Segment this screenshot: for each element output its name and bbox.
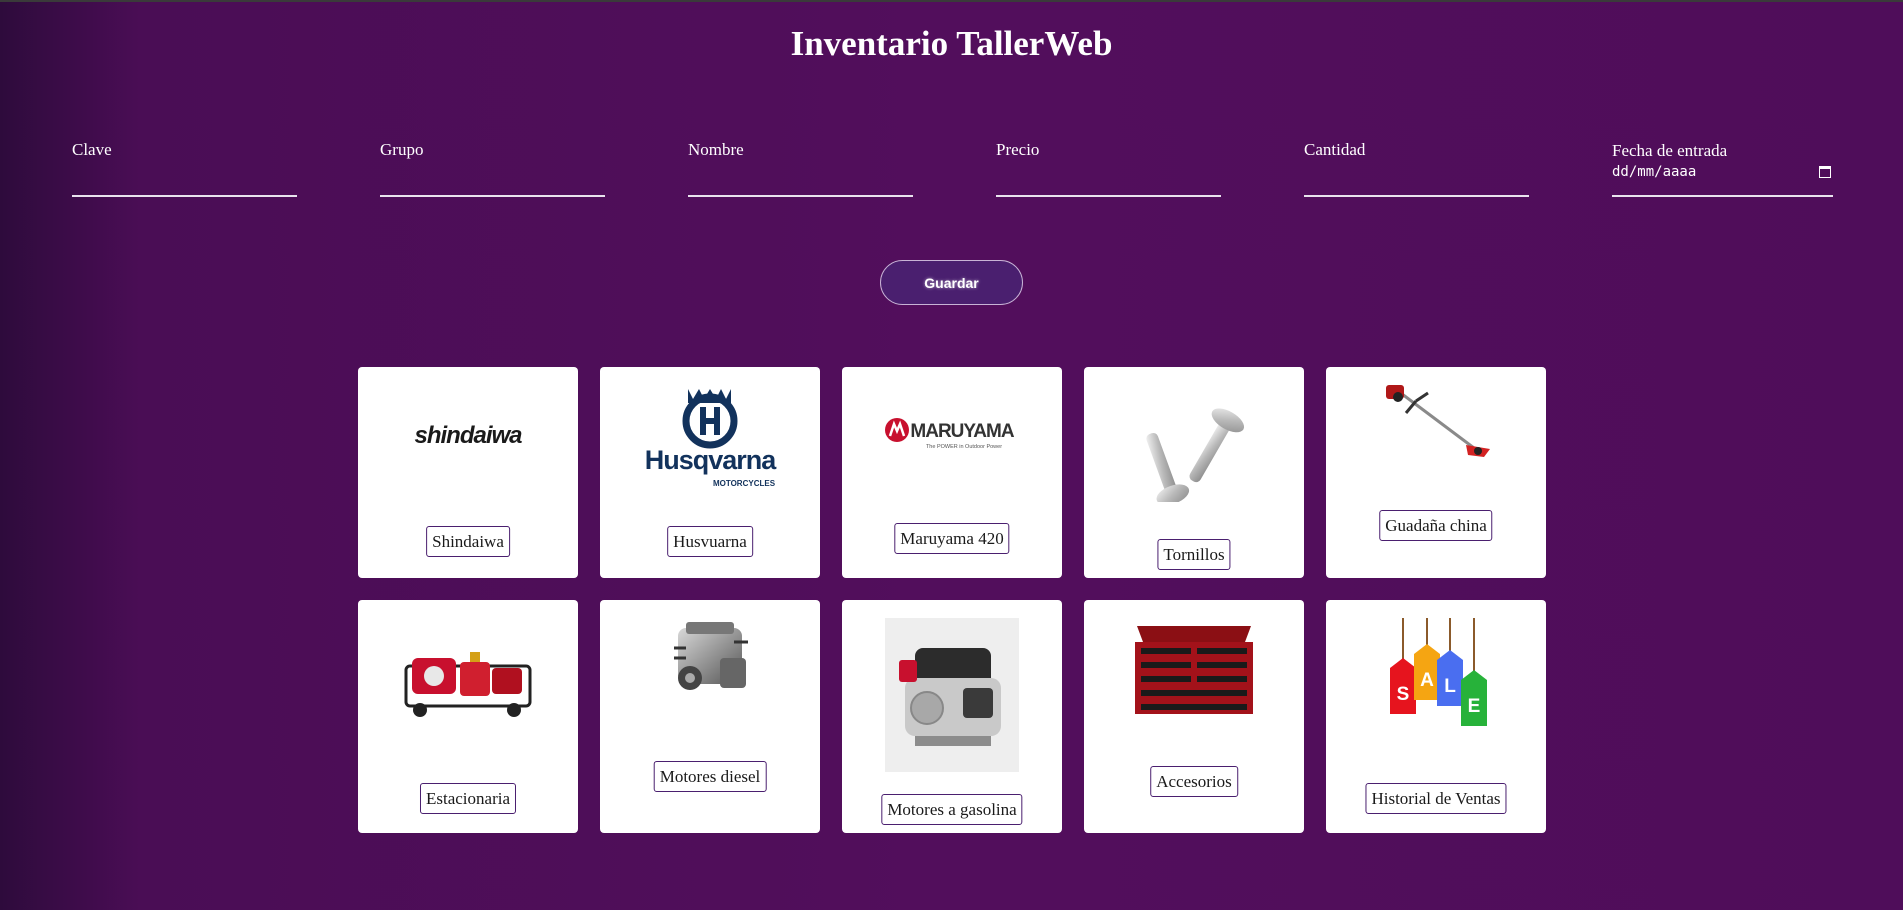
card-estacionaria[interactable]: Estacionaria [358, 600, 578, 833]
tag-letter: S [1397, 684, 1410, 705]
grupo-input-underline[interactable] [380, 195, 605, 197]
field-clave[interactable]: Clave [72, 140, 297, 197]
precio-input-underline[interactable] [996, 195, 1221, 197]
card-motores-diesel[interactable]: Motores diesel [600, 600, 820, 833]
svg-text:shindaiwa: shindaiwa [414, 422, 522, 449]
date-placeholder: dd/mm/aaaa [1612, 164, 1697, 180]
svg-text:MARUYAMA: MARUYAMA [910, 421, 1014, 442]
field-grupo[interactable]: Grupo [380, 140, 605, 197]
field-cantidad[interactable]: Cantidad [1304, 140, 1529, 197]
fecha-input-underline[interactable] [1612, 195, 1833, 197]
nombre-input-underline[interactable] [688, 195, 913, 197]
card-label[interactable]: Husvuarna [667, 526, 753, 557]
card-label[interactable]: Estacionaria [419, 783, 517, 814]
date-input[interactable]: dd/mm/aaaa [1612, 164, 1833, 180]
field-nombre[interactable]: Nombre [688, 140, 913, 197]
field-label-nombre: Nombre [688, 140, 744, 159]
card-label[interactable]: Motores diesel [653, 761, 767, 792]
page-title: Inventario TallerWeb [790, 24, 1113, 63]
card-label[interactable]: Guadaña china [1379, 510, 1493, 541]
card-label[interactable]: Shindaiwa [426, 526, 510, 557]
screws-image [1084, 397, 1304, 502]
card-label[interactable]: Maruyama 420 [894, 523, 1010, 554]
tag-letter: L [1444, 676, 1456, 697]
clave-input-underline[interactable] [72, 195, 297, 197]
field-label-cantidad: Cantidad [1304, 140, 1366, 159]
gasoline-engine-image [842, 618, 1062, 772]
card-shindaiwa[interactable]: shindaiwa Shindaiwa [358, 367, 578, 578]
field-fecha[interactable]: Fecha de entrada dd/mm/aaaa [1612, 141, 1833, 197]
card-label[interactable]: Motores a gasolina [881, 794, 1023, 825]
card-maruyama[interactable]: MARUYAMA The POWER in Outdoor Power Maru… [842, 367, 1062, 578]
tag-letter: A [1420, 670, 1434, 691]
svg-text:Husqvarna: Husqvarna [645, 445, 778, 475]
card-label[interactable]: Tornillos [1157, 539, 1231, 570]
diesel-engine-image [600, 618, 820, 708]
tag-letter: E [1468, 696, 1481, 717]
shindaiwa-logo: shindaiwa [358, 417, 578, 453]
field-label-grupo: Grupo [380, 140, 424, 159]
brush-cutter-image [1326, 383, 1546, 463]
toolbox-image [1084, 616, 1304, 718]
top-border [0, 0, 1903, 2]
svg-text:The POWER in Outdoor Power: The POWER in Outdoor Power [926, 444, 1002, 450]
maruyama-logo: MARUYAMA The POWER in Outdoor Power [842, 415, 1062, 451]
field-label-precio: Precio [996, 140, 1040, 159]
card-historial-ventas[interactable]: S A L E Historial de Ventas [1326, 600, 1546, 833]
card-motores-gasolina[interactable]: Motores a gasolina [842, 600, 1062, 833]
sale-tags-image: S A L E [1326, 616, 1546, 736]
cantidad-input-underline[interactable] [1304, 195, 1529, 197]
stationary-sprayer-image [358, 648, 578, 718]
card-tornillos[interactable]: Tornillos [1084, 367, 1304, 578]
field-label-fecha: Fecha de entrada [1612, 141, 1728, 160]
save-button[interactable]: Guardar [880, 260, 1023, 305]
card-accesorios[interactable]: Accesorios [1084, 600, 1304, 833]
card-label[interactable]: Historial de Ventas [1365, 783, 1507, 814]
husqvarna-logo: Husqvarna MOTORCYCLES [600, 383, 820, 493]
calendar-icon[interactable] [1819, 166, 1831, 178]
field-label-clave: Clave [72, 140, 112, 159]
card-husqvarna[interactable]: Husqvarna MOTORCYCLES Husvuarna [600, 367, 820, 578]
card-guadana[interactable]: Guadaña china [1326, 367, 1546, 578]
field-precio[interactable]: Precio [996, 140, 1221, 197]
svg-text:MOTORCYCLES: MOTORCYCLES [713, 479, 776, 488]
card-label[interactable]: Accesorios [1150, 766, 1238, 797]
